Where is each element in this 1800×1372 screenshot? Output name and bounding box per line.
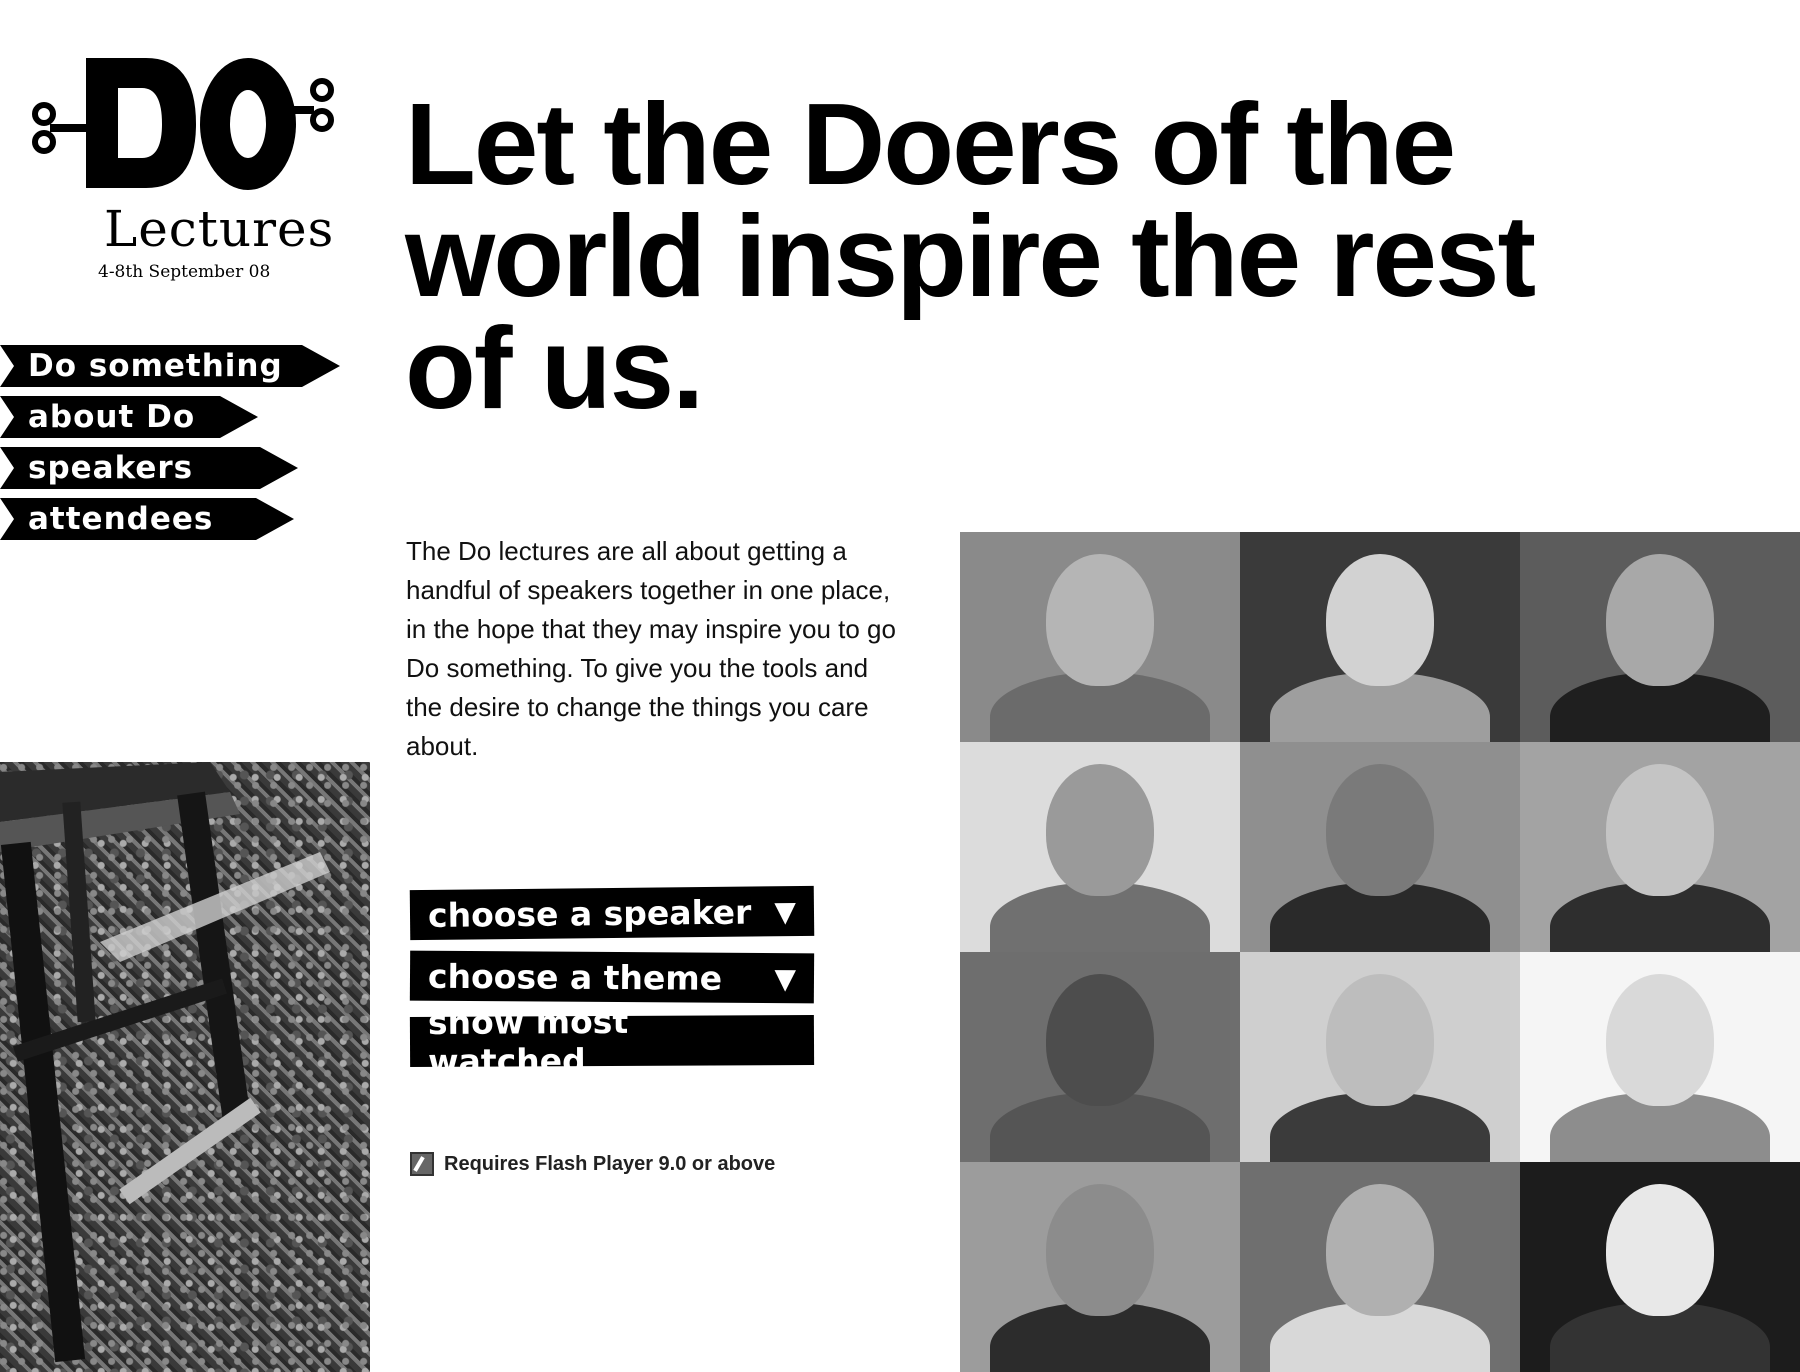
choose-theme-dropdown[interactable]: choose a theme ▼ <box>409 950 815 1004</box>
speaker-photo-face <box>1046 974 1154 1107</box>
speaker-photo[interactable] <box>1520 532 1800 742</box>
flash-requirement-text: Requires Flash Player 9.0 or above <box>444 1152 776 1175</box>
speaker-photo[interactable] <box>1240 952 1520 1162</box>
speaker-photo-face <box>1326 974 1434 1107</box>
speaker-photo-face <box>1046 764 1154 897</box>
logo-lectures-word: Lectures <box>104 200 335 258</box>
speaker-photo[interactable] <box>1520 1162 1800 1372</box>
speaker-photo-face <box>1326 1184 1434 1317</box>
chair-image <box>0 762 330 1363</box>
nav-item-attendees[interactable]: attendees <box>0 498 294 540</box>
page-headline: Let the Doers of the world inspire the r… <box>405 79 1536 433</box>
logo-date: 4-8th September 08 <box>98 262 271 282</box>
speaker-photo[interactable] <box>1240 1162 1520 1372</box>
speaker-photo[interactable] <box>960 952 1240 1162</box>
flash-player-icon[interactable] <box>410 1152 434 1176</box>
speaker-photo-face <box>1326 764 1434 897</box>
nav-item-speakers[interactable]: speakers <box>0 447 298 489</box>
speaker-photo[interactable] <box>960 532 1240 742</box>
speaker-photo-face <box>1606 1184 1714 1317</box>
chevron-down-icon: ▼ <box>774 894 797 928</box>
speaker-photo[interactable] <box>1520 952 1800 1162</box>
speaker-photo[interactable] <box>1240 532 1520 742</box>
show-most-watched-button[interactable]: show most watched <box>409 1002 815 1081</box>
choose-speaker-label: choose a speaker <box>427 892 752 935</box>
speaker-photo-face <box>1606 554 1714 687</box>
action-buttons: choose a speaker ▼ choose a theme ▼ show… <box>409 885 815 1081</box>
speaker-photo[interactable] <box>1520 742 1800 952</box>
do-lectures-logo[interactable]: Lectures 4-8th September 08 <box>26 44 346 294</box>
nav-item-about-do[interactable]: about Do <box>0 396 258 438</box>
speaker-photo[interactable] <box>960 1162 1240 1372</box>
do-logo-mark <box>32 58 334 190</box>
flash-requirement-note: Requires Flash Player 9.0 or above <box>410 1152 775 1176</box>
speaker-photo[interactable] <box>960 742 1240 952</box>
speaker-photo-face <box>1606 974 1714 1107</box>
nav-item-do-something[interactable]: Do something <box>0 345 340 387</box>
choose-speaker-dropdown[interactable]: choose a speaker ▼ <box>409 885 815 941</box>
speaker-photo-face <box>1606 764 1714 897</box>
show-most-watched-label: show most watched <box>427 1001 629 1081</box>
chevron-down-icon: ▼ <box>774 961 797 995</box>
speaker-photo-face <box>1326 554 1434 687</box>
main-nav: Do something about Do speakers attendees <box>0 345 340 549</box>
chair-photo <box>0 762 370 1372</box>
speaker-photo[interactable] <box>1240 742 1520 952</box>
speaker-photo-face <box>1046 1184 1154 1317</box>
choose-theme-label: choose a theme <box>427 956 723 998</box>
speaker-photo-face <box>1046 554 1154 687</box>
page: Lectures 4-8th September 08 Do something… <box>0 0 1800 1372</box>
intro-paragraph: The Do lectures are all about getting a … <box>406 536 896 761</box>
speaker-photo-grid <box>960 532 1800 1372</box>
